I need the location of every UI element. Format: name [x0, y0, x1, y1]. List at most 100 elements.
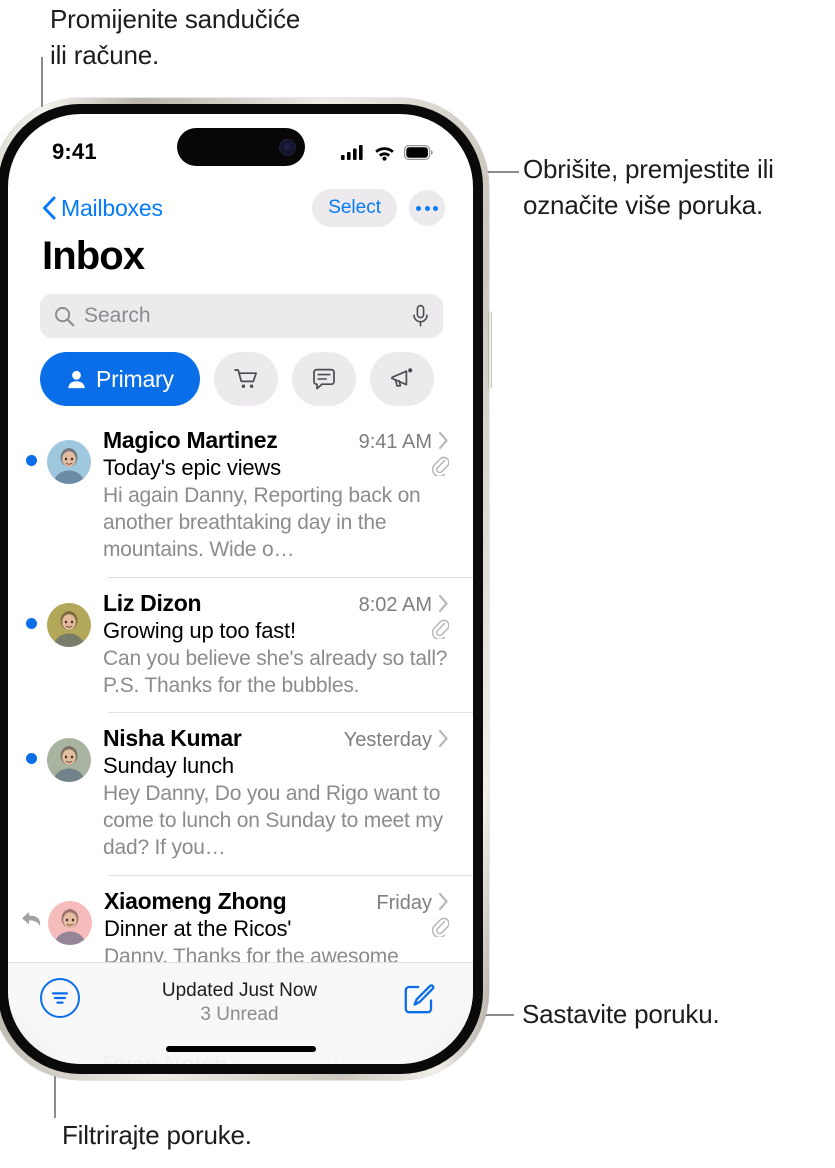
chevron-left-icon: [43, 196, 56, 220]
dynamic-island: [176, 128, 305, 166]
back-to-mailboxes-button[interactable]: Mailboxes: [42, 195, 163, 222]
compose-button[interactable]: [399, 980, 439, 1020]
avatar: [47, 738, 91, 783]
navigation-bar: Mailboxes Select: [8, 180, 473, 236]
person-icon: [68, 370, 85, 388]
message-time: 9:41 AM: [358, 431, 432, 453]
wifi-icon: [375, 146, 394, 161]
status-indicators: [341, 144, 433, 161]
cart-icon: [233, 369, 257, 388]
message-header: Nisha Kumar Yesterday: [103, 725, 449, 752]
chip-updates[interactable]: [291, 352, 356, 406]
callout-mailboxes-text: Promijenite sandučiće ili račune.: [50, 4, 301, 70]
more-options-button[interactable]: [409, 190, 445, 226]
message-header: Xiaomeng Zhong Friday: [104, 888, 449, 915]
message-row[interactable]: Magico Martinez 9:41 AM Today's epic views…: [8, 414, 473, 577]
chevron-right-icon[interactable]: [438, 729, 449, 752]
message-header: Magico Martinez 9:41 AM: [103, 427, 449, 454]
compose-icon: [404, 983, 435, 1013]
message-content: Magico Martinez 9:41 AM Today's epic views…: [103, 427, 450, 564]
message-meta: Friday: [376, 892, 449, 915]
message-time: 8:02 AM: [358, 593, 432, 616]
message-preview: Hey Danny, Do you and Rigo want to come …: [103, 782, 443, 860]
select-button[interactable]: Select: [312, 189, 397, 227]
message-preview: Can you believe she's already so tall? P…: [103, 646, 448, 697]
avatar-image: [47, 440, 91, 484]
power-button[interactable]: [488, 311, 492, 389]
megaphone-icon: [390, 368, 413, 387]
chip-primary-label: Primary: [96, 365, 174, 392]
message-row[interactable]: Liz Dizon 8:02 AM Growing up too fast! Can …: [8, 576, 473, 713]
status-bar: 9:41: [8, 114, 473, 176]
toolbar-divider: [8, 962, 473, 963]
battery-icon: [404, 144, 433, 160]
message-subject-line: Dinner at the Ricos': [104, 916, 450, 942]
avatar-image: [47, 602, 91, 647]
iphone-device-frame: 9:41 Mailboxes Select Inbox Search Prima…: [0, 98, 492, 1080]
message-subject: Growing up too fast!: [103, 617, 296, 643]
unread-indicator: [26, 455, 37, 466]
avatar: [48, 901, 92, 945]
callout-filter-text: Filtrirajte poruke.: [62, 1120, 252, 1150]
attachment-icon: [431, 916, 450, 942]
search-placeholder: Search: [84, 304, 151, 327]
nav-actions: Select: [312, 189, 445, 227]
message-time: Friday: [376, 892, 432, 914]
chevron-right-icon[interactable]: [438, 431, 449, 454]
message-content: Liz Dizon 8:02 AM Growing up too fast! Can …: [103, 590, 450, 700]
search-input[interactable]: Search: [40, 294, 443, 338]
message-preview: Hi again Danny, Reporting back on anothe…: [103, 484, 421, 561]
chip-promotions[interactable]: [369, 352, 434, 406]
callout-compose-text: Sastavite poruku.: [522, 999, 720, 1029]
screenshot-root: Promijenite sandučiće ili račune. Obriši…: [0, 0, 835, 1168]
ellipsis-icon: [416, 205, 438, 211]
microphone-icon[interactable]: [412, 304, 429, 328]
avatar: [47, 602, 91, 647]
message-sender: Magico Martinez: [103, 427, 278, 453]
message-meta: 8:02 AM: [359, 594, 449, 617]
message-content: Nisha Kumar Yesterday Sunday lunch Hey Dann…: [103, 725, 449, 862]
updated-status-text: Updated Just Now: [161, 980, 318, 1001]
avatar-image: [48, 901, 92, 945]
avatar-image: [47, 738, 91, 783]
unread-count-text: 3 Unread: [200, 1004, 279, 1025]
message-header: Liz Dizon 8:02 AM: [103, 590, 449, 617]
chip-primary[interactable]: Primary: [40, 352, 200, 406]
category-filter-chips: Primary: [40, 352, 443, 406]
attachment-icon: [431, 455, 450, 481]
sync-status: Updated Just Now 3 Unread: [80, 980, 399, 1026]
unread-indicator: [26, 617, 37, 629]
chevron-right-icon[interactable]: [438, 594, 449, 617]
filter-button[interactable]: [40, 978, 80, 1018]
message-time: Yesterday: [343, 729, 432, 752]
message-row[interactable]: Nisha Kumar Yesterday Sunday lunch Hey Dann…: [8, 712, 473, 875]
message-subject-line: Growing up too fast!: [103, 617, 450, 644]
message-subject: Dinner at the Ricos': [104, 916, 292, 941]
message-subject-line: Today's epic views: [103, 455, 450, 481]
chip-transactions[interactable]: [213, 352, 278, 406]
search-icon: [55, 306, 75, 326]
attachment-icon: [431, 618, 450, 644]
back-label: Mailboxes: [61, 194, 163, 221]
message-sender: Nisha Kumar: [103, 725, 242, 752]
unread-indicator: [26, 753, 37, 765]
device-screen: 9:41 Mailboxes Select Inbox Search Prima…: [8, 114, 473, 1064]
message-sender: Liz Dizon: [103, 589, 202, 616]
chevron-right-icon[interactable]: [438, 892, 449, 915]
message-subject: Today's epic views: [103, 455, 281, 480]
front-camera-icon: [278, 138, 296, 156]
device-bezel: 9:41 Mailboxes Select Inbox Search Prima…: [0, 104, 483, 1074]
speech-bubble-icon: [312, 368, 335, 390]
message-subject: Sunday lunch: [103, 753, 234, 779]
avatar: [47, 440, 91, 484]
message-subject-line: Sunday lunch: [103, 753, 449, 779]
status-clock: 9:41: [52, 139, 97, 164]
message-sender: Xiaomeng Zhong: [104, 888, 287, 914]
callout-select-text: Obrišite, premjestite ili označite više …: [523, 154, 774, 220]
cellular-bars-icon: [341, 144, 363, 160]
home-indicator: [165, 1046, 316, 1052]
message-meta: Yesterday: [344, 729, 449, 752]
page-title: Inbox: [42, 234, 145, 278]
message-meta: 9:41 AM: [359, 431, 449, 454]
filter-icon: [51, 992, 69, 1004]
